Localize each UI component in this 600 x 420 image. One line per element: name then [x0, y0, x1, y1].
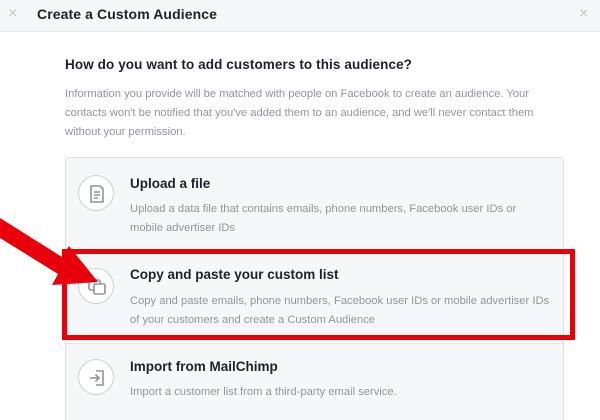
- option-upload-file[interactable]: Upload a file Upload a data file that co…: [66, 158, 563, 250]
- option-description: Import a customer list from a third-part…: [130, 386, 397, 398]
- option-title: Copy and paste your custom list: [130, 267, 339, 282]
- options-list: Upload a file Upload a data file that co…: [65, 157, 564, 420]
- close-icon[interactable]: ×: [579, 5, 588, 23]
- question-heading: How do you want to add customers to this…: [65, 57, 413, 72]
- option-description: Copy and paste emails, phone numbers, Fa…: [130, 295, 550, 326]
- dialog-header: × Create a Custom Audience ×: [0, 0, 600, 32]
- option-title: Import from MailChimp: [130, 359, 278, 374]
- dialog-title: Create a Custom Audience: [37, 6, 218, 22]
- option-import-mailchimp[interactable]: Import from MailChimp Import a customer …: [66, 344, 563, 420]
- close-icon[interactable]: ×: [8, 5, 17, 23]
- info-text: Information you provide will be matched …: [65, 88, 534, 138]
- document-icon: [78, 175, 114, 211]
- option-description: Upload a data file that contains emails,…: [130, 203, 517, 234]
- custom-audience-dialog: × Create a Custom Audience × How do you …: [0, 0, 600, 420]
- option-title: Upload a file: [130, 176, 211, 191]
- copy-paste-icon: [78, 268, 114, 304]
- option-copy-paste[interactable]: Copy and paste your custom list Copy and…: [66, 251, 563, 343]
- import-icon: [78, 359, 114, 395]
